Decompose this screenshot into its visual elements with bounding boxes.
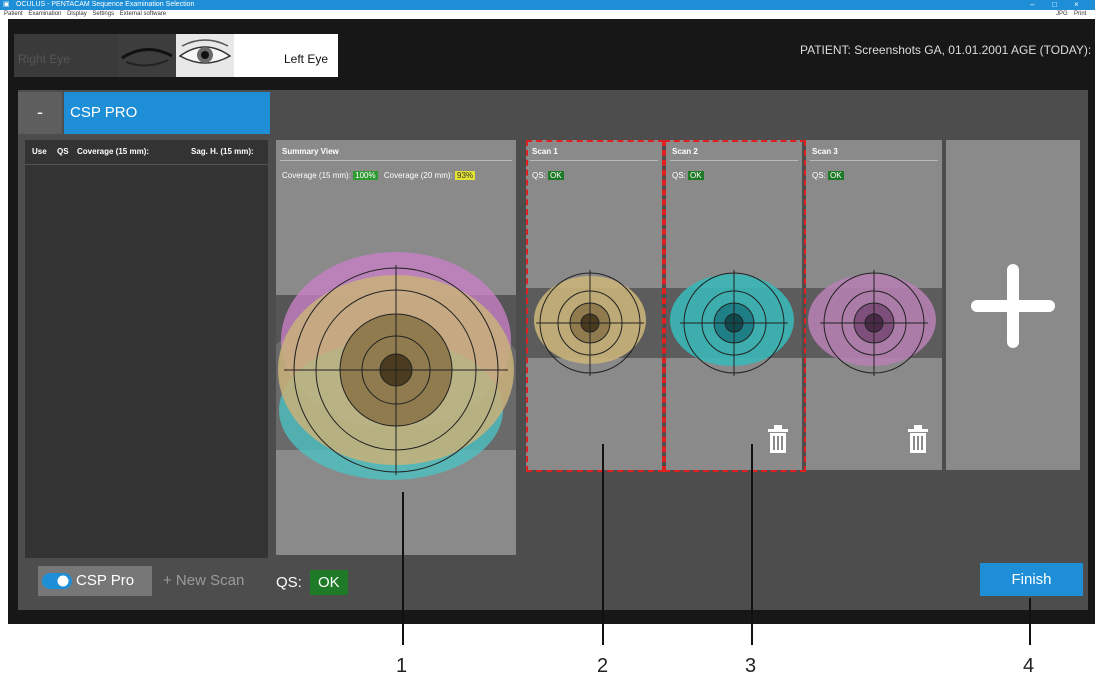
callout-2: 2 — [597, 655, 609, 677]
callout-3: 3 — [745, 655, 757, 677]
callout-1: 1 — [396, 655, 408, 677]
callout-4: 4 — [1023, 655, 1035, 677]
callout-lines — [402, 444, 1031, 645]
